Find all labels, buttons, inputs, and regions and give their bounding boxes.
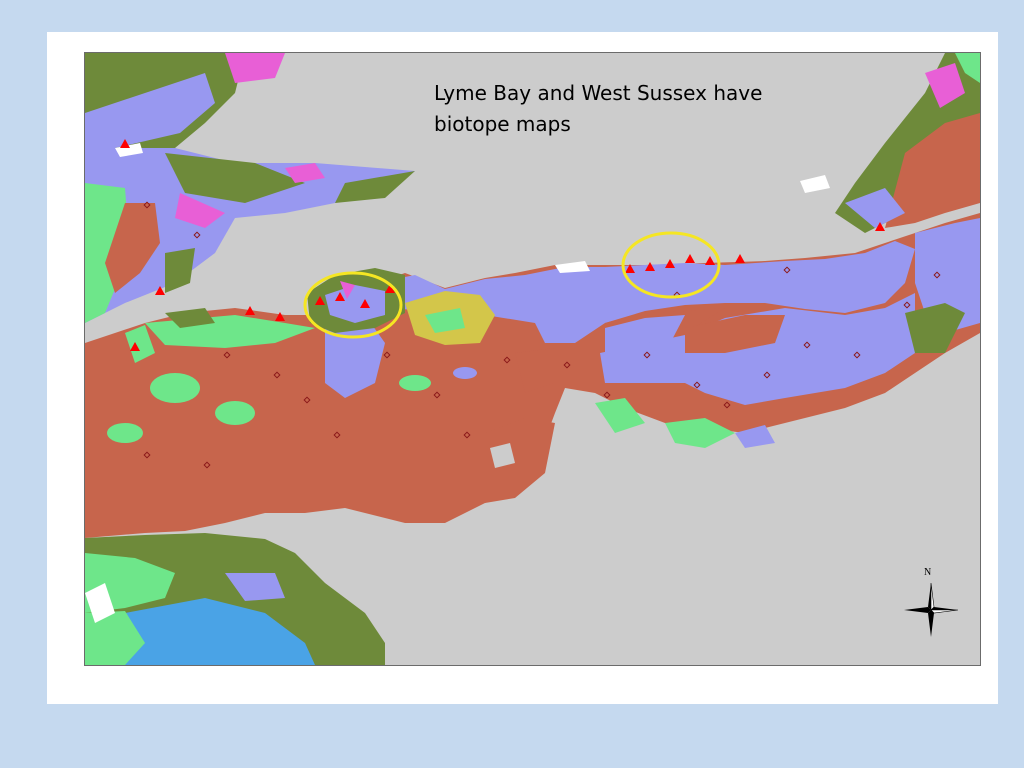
north-arrow	[904, 582, 959, 637]
south-west-seabed	[85, 533, 385, 665]
map-caption: Lyme Bay and West Sussex have biotope ma…	[434, 78, 794, 140]
north-label: N	[924, 567, 932, 578]
biotope-map[interactable]	[84, 52, 981, 666]
caption-line-1: Lyme Bay and West Sussex have	[434, 81, 763, 105]
caption-line-2: biotope maps	[434, 112, 571, 136]
map-canvas	[85, 53, 980, 665]
